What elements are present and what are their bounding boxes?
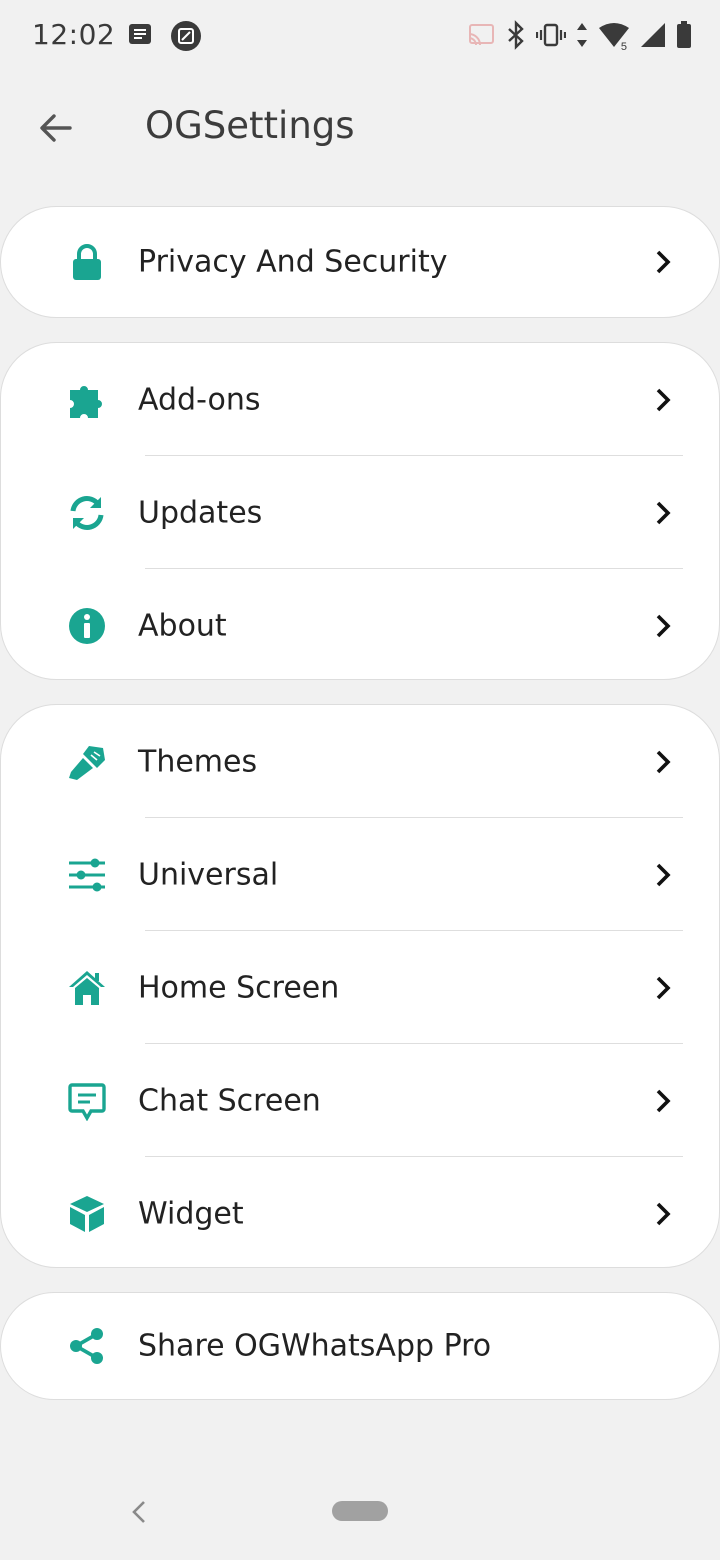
vibrate-icon — [535, 22, 567, 53]
nav-home-pill[interactable] — [332, 1501, 388, 1521]
cube-icon — [65, 1192, 109, 1236]
row-label: Widget — [138, 1196, 244, 1231]
wifi-icon: 5 — [598, 22, 630, 53]
message-notification-icon — [126, 20, 156, 57]
row-label: About — [138, 608, 227, 643]
cell-signal-icon — [640, 22, 666, 53]
chevron-right-icon — [651, 1086, 675, 1116]
data-arrows-icon — [576, 22, 588, 53]
row-label: Share OGWhatsApp Pro — [138, 1328, 492, 1364]
share-icon — [65, 1324, 109, 1368]
row-label: Home Screen — [138, 970, 340, 1005]
paint-brush-icon — [65, 740, 109, 784]
row-label: Universal — [138, 857, 279, 892]
row-privacy-and-security[interactable]: Privacy And Security — [1, 207, 719, 317]
bluetooth-icon — [506, 20, 526, 55]
chevron-right-icon — [651, 747, 675, 777]
row-add-ons[interactable]: Add-ons — [1, 343, 719, 456]
row-about[interactable]: About — [1, 569, 719, 682]
system-nav-bar — [0, 1466, 720, 1560]
cast-icon — [466, 22, 496, 53]
row-widget[interactable]: Widget — [1, 1157, 719, 1270]
settings-group-appearance: Themes Universal Home Screen Chat Screen — [0, 704, 720, 1268]
row-label: Updates — [138, 495, 263, 530]
chevron-right-icon — [651, 611, 675, 641]
nav-back-icon[interactable] — [122, 1494, 158, 1530]
chevron-right-icon — [651, 860, 675, 890]
toolbar: OGSettings — [0, 80, 720, 176]
chevron-right-icon — [651, 1199, 675, 1229]
lock-icon — [65, 240, 109, 284]
row-universal[interactable]: Universal — [1, 818, 719, 931]
row-themes[interactable]: Themes — [1, 705, 719, 818]
chevron-right-icon — [651, 973, 675, 1003]
sliders-icon — [65, 853, 109, 897]
settings-group-general: Add-ons Updates About — [0, 342, 720, 680]
settings-group-security: Privacy And Security — [0, 206, 720, 318]
status-time: 12:02 — [32, 18, 116, 51]
row-chat-screen[interactable]: Chat Screen — [1, 1044, 719, 1157]
row-label: Add-ons — [138, 382, 261, 417]
settings-group-share: Share OGWhatsApp Pro — [0, 1292, 720, 1400]
row-updates[interactable]: Updates — [1, 456, 719, 569]
chevron-right-icon — [651, 247, 675, 277]
page-title: OGSettings — [145, 104, 355, 147]
chat-icon — [65, 1079, 109, 1123]
info-icon — [65, 604, 109, 648]
chevron-right-icon — [651, 385, 675, 415]
row-label: Themes — [138, 744, 258, 779]
puzzle-icon — [65, 378, 109, 422]
row-label: Chat Screen — [138, 1083, 321, 1118]
status-bar: 12:02 5 — [0, 0, 720, 72]
row-label: Privacy And Security — [138, 244, 448, 280]
screenshot-notification-icon — [170, 20, 202, 57]
home-icon — [65, 966, 109, 1010]
sync-icon — [65, 491, 109, 535]
row-home-screen[interactable]: Home Screen — [1, 931, 719, 1044]
wifi-badge: 5 — [619, 41, 628, 53]
battery-icon — [676, 21, 692, 54]
arrow-back-icon[interactable] — [28, 100, 84, 156]
row-share-app[interactable]: Share OGWhatsApp Pro — [1, 1293, 719, 1399]
chevron-right-icon — [651, 498, 675, 528]
